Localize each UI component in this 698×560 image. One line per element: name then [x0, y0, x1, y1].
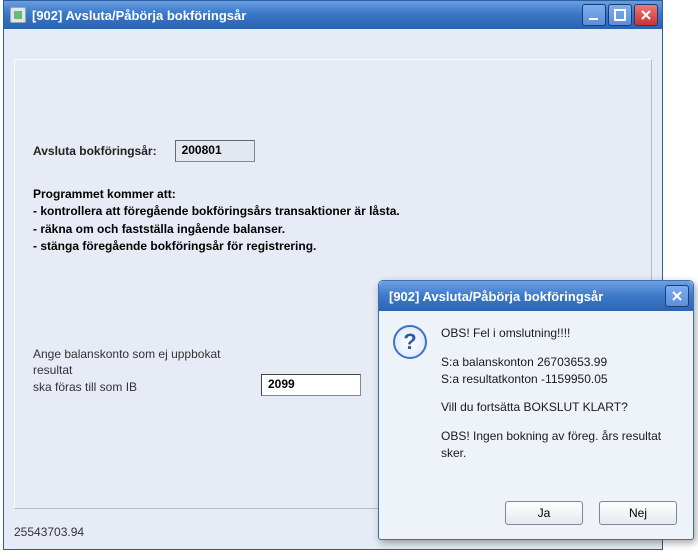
question-icon: ? — [393, 325, 427, 359]
info-line: - stänga föregående bokföringsår för reg… — [33, 238, 633, 255]
maximize-button[interactable] — [608, 4, 632, 26]
titlebar: [902] Avsluta/Påbörja bokföringsår — [4, 1, 662, 29]
yes-button[interactable]: Ja — [505, 501, 583, 525]
account-label: Ange balanskonto som ej uppbokat resulta… — [33, 346, 243, 396]
dialog-balances: S:a balanskonton 26703653.99 S:a resulta… — [441, 354, 679, 388]
confirm-dialog: [902] Avsluta/Påbörja bokföringsår ? OBS… — [378, 280, 694, 540]
year-input[interactable]: 200801 — [175, 140, 255, 162]
info-line: - kontrollera att föregående bokföringså… — [33, 203, 633, 220]
app-icon — [10, 7, 26, 23]
dialog-close-button[interactable] — [665, 285, 689, 307]
dialog-body: ? OBS! Fel i omslutning!!!! S:a balansko… — [379, 311, 693, 493]
dialog-text: OBS! Fel i omslutning!!!! S:a balanskont… — [441, 325, 679, 493]
window-buttons — [582, 4, 658, 26]
dialog-heading: OBS! Fel i omslutning!!!! — [441, 325, 679, 342]
status-value: 25543703.94 — [14, 525, 84, 539]
account-input[interactable]: 2099 — [261, 374, 361, 396]
dialog-title: [902] Avsluta/Påbörja bokföringsår — [389, 289, 665, 304]
window-title: [902] Avsluta/Påbörja bokföringsår — [32, 8, 582, 23]
info-block: Programmet kommer att: - kontrollera att… — [33, 186, 633, 256]
year-label: Avsluta bokföringsår: — [33, 144, 157, 158]
info-heading: Programmet kommer att: — [33, 186, 633, 203]
dialog-buttons: Ja Nej — [379, 493, 693, 539]
dialog-note: OBS! Ingen bokning av föreg. års resulta… — [441, 428, 679, 462]
info-line: - räkna om och fastställa ingående balan… — [33, 221, 633, 238]
close-button[interactable] — [634, 4, 658, 26]
minimize-button[interactable] — [582, 4, 606, 26]
year-row: Avsluta bokföringsår: 200801 — [33, 140, 633, 162]
no-button[interactable]: Nej — [599, 501, 677, 525]
dialog-titlebar: [902] Avsluta/Påbörja bokföringsår — [379, 281, 693, 311]
dialog-question: Vill du fortsätta BOKSLUT KLART? — [441, 399, 679, 416]
